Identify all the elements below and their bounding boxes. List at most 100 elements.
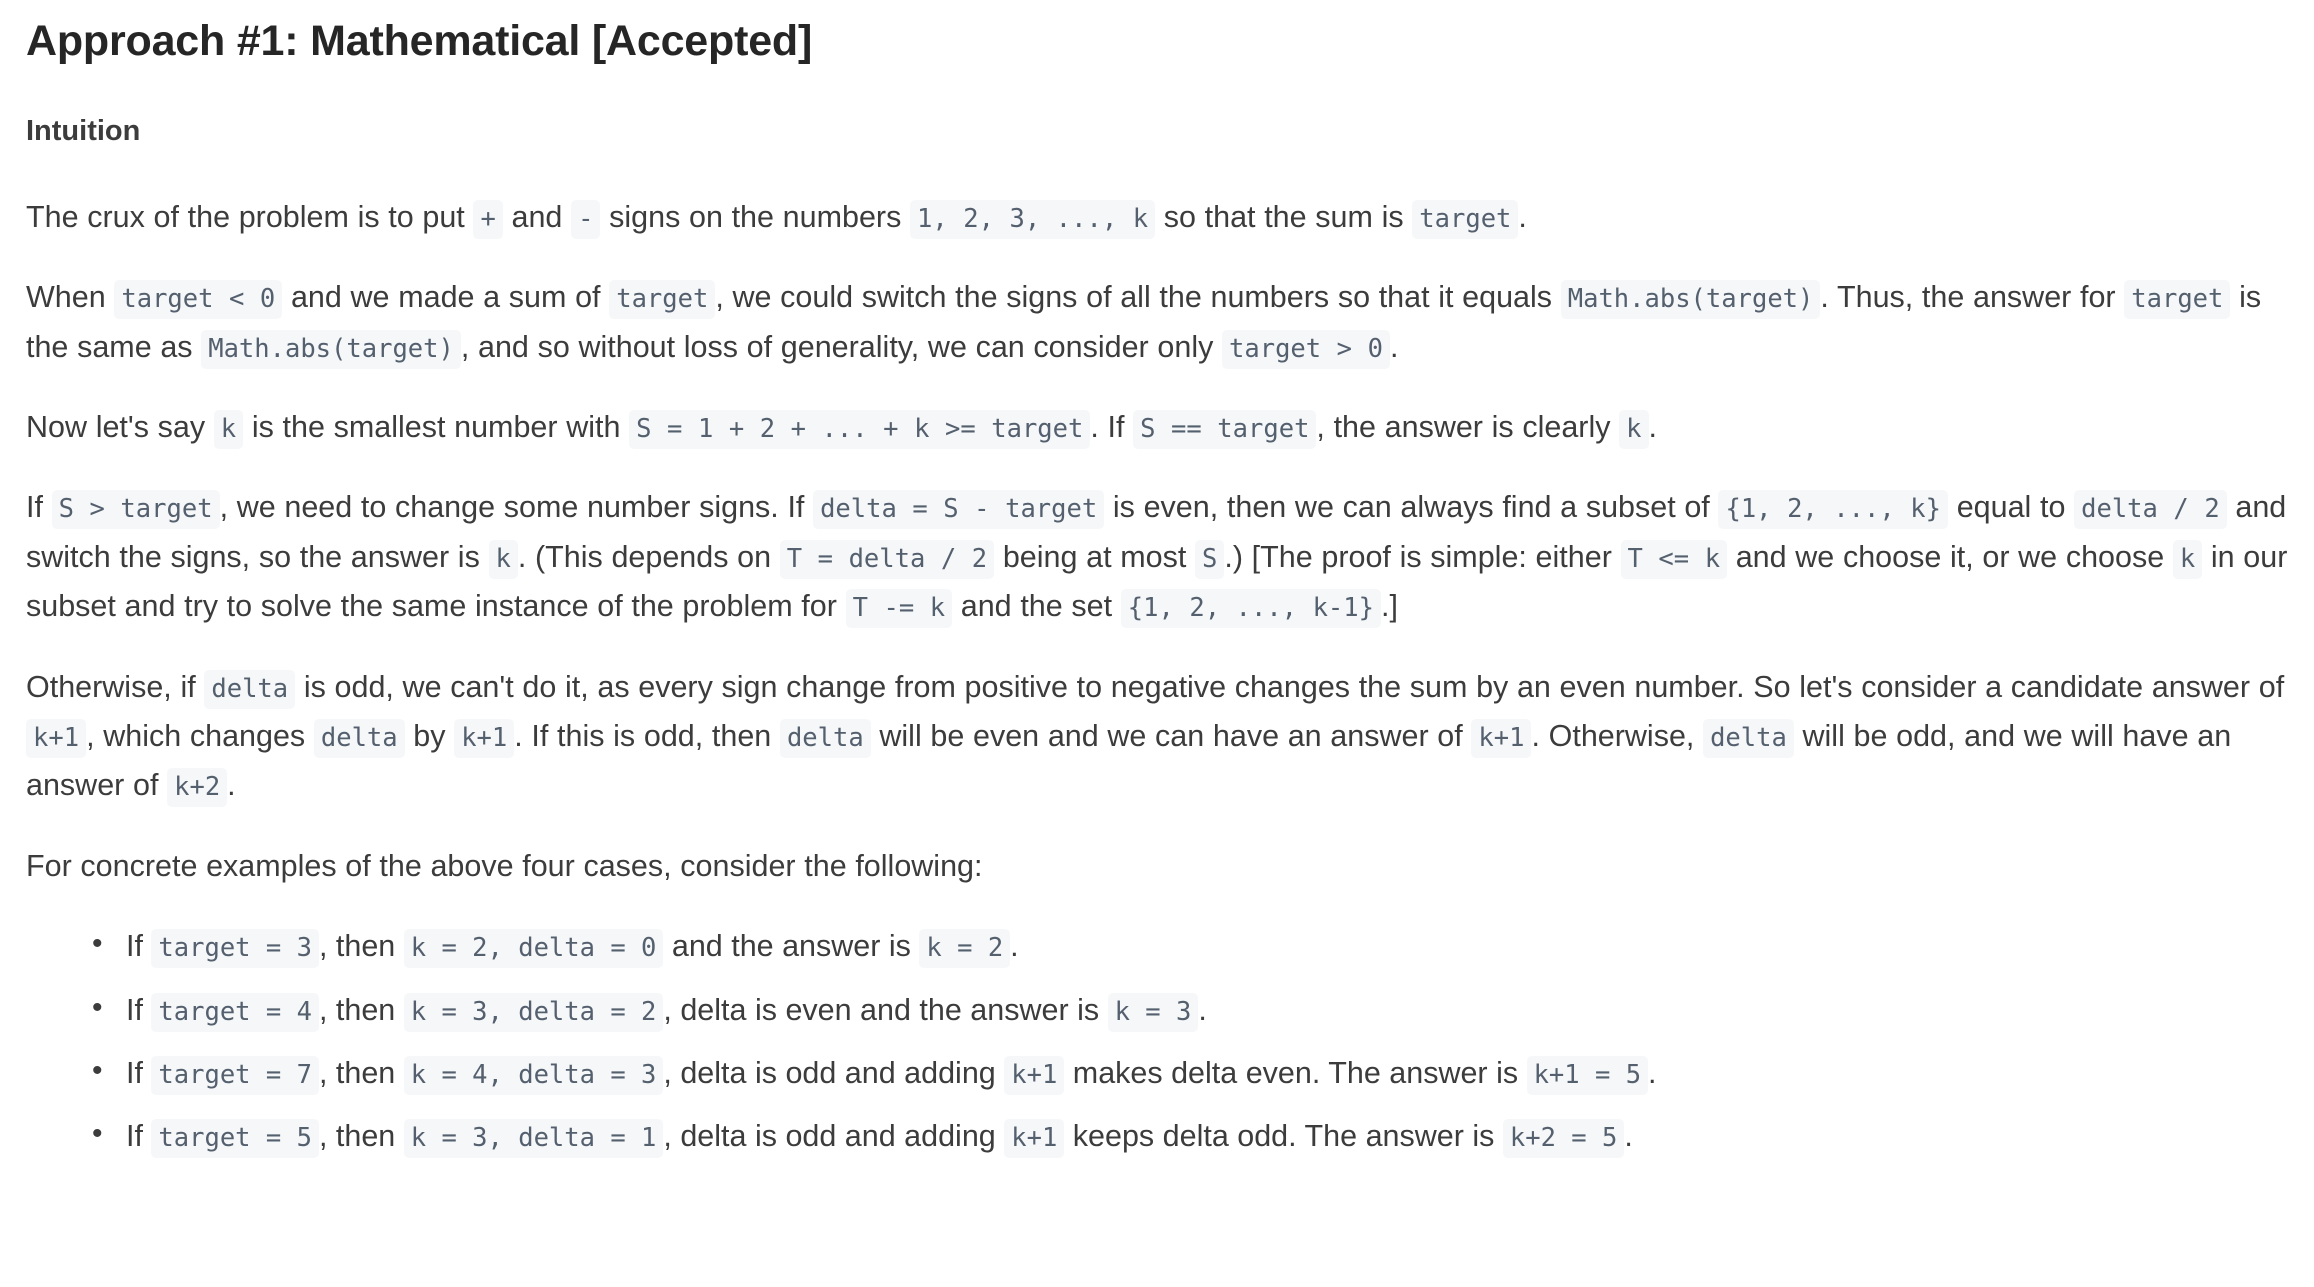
text-fragment: If	[126, 992, 152, 1027]
code-answer: k+1 = 5	[1526, 1056, 1649, 1095]
text-fragment: and	[502, 199, 572, 234]
text-fragment: , then	[318, 929, 404, 964]
text-fragment: Now let's say	[26, 409, 214, 444]
paragraph-negative-target: When target < 0 and we made a sum of tar…	[26, 273, 2290, 372]
code-sum-formula: S = 1 + 2 + ... + k >= target	[629, 409, 1091, 449]
code-number-sequence: 1, 2, 3, ..., k	[910, 199, 1156, 239]
code-answer: k = 3	[1107, 992, 1199, 1032]
text-fragment: .	[1010, 929, 1019, 964]
text-fragment: .) [The proof is simple: either	[1224, 539, 1621, 574]
text-fragment: The crux of the problem is to put	[26, 199, 474, 234]
text-fragment: .	[1624, 1119, 1633, 1154]
page-title: Approach #1: Mathematical [Accepted]	[26, 17, 813, 65]
code-k-delta-values: k = 4, delta = 3	[403, 1056, 664, 1095]
text-fragment: .	[227, 768, 236, 803]
paragraph-delta-even: If S > target, we need to change some nu…	[26, 483, 2290, 631]
code-k-plus-1: k+1	[1471, 718, 1532, 758]
text-fragment: . Thus, the answer for	[1820, 280, 2125, 315]
text-fragment: signs on the numbers	[600, 199, 910, 234]
text-fragment: , delta is even and the answer is	[663, 992, 1108, 1027]
code-math-abs-target: Math.abs(target)	[201, 329, 461, 369]
text-fragment: , we need to change some number signs. I…	[219, 490, 814, 525]
code-k: k	[488, 539, 518, 579]
code-k-plus-1: k+1	[454, 718, 515, 758]
text-fragment: makes delta even. The answer is	[1064, 1056, 1527, 1090]
code-delta: delta	[313, 718, 405, 758]
text-fragment: . (This depends on	[517, 539, 780, 574]
text-fragment: If	[126, 929, 152, 964]
text-fragment: , then	[318, 1119, 404, 1154]
code-target-gt-zero: target > 0	[1222, 329, 1390, 369]
code-delta: delta	[1703, 718, 1794, 758]
code-k: k	[213, 409, 244, 449]
text-fragment: and we choose it, or we choose	[1727, 539, 2173, 574]
code-k: k	[1619, 409, 1649, 449]
code-delta: delta	[779, 718, 871, 758]
text-fragment: being at most	[994, 539, 1196, 574]
text-fragment: For concrete examples of the above four …	[26, 848, 983, 883]
text-fragment: so that the sum is	[1155, 199, 1413, 234]
text-fragment: .	[1389, 329, 1399, 364]
code-target-value: target = 5	[151, 1119, 319, 1159]
text-fragment: If	[26, 490, 52, 525]
text-fragment: , which changes	[86, 718, 314, 753]
section-heading-intuition: Intuition	[26, 115, 141, 148]
text-fragment: . If	[1090, 409, 1134, 444]
list-item: If target = 3, then k = 2, delta = 0 and…	[92, 920, 2290, 971]
paragraph-delta-odd: Otherwise, if delta is odd, we can't do …	[26, 663, 2290, 811]
list-item: If target = 4, then k = 3, delta = 2, de…	[92, 984, 2290, 1035]
text-fragment: is the smallest number with	[243, 409, 630, 444]
text-fragment: and the set	[952, 589, 1121, 624]
code-math-abs-target: Math.abs(target)	[1560, 280, 1821, 320]
text-fragment: .]	[1381, 589, 1398, 624]
code-s: S	[1195, 539, 1225, 579]
list-item: If target = 7, then k = 4, delta = 3, de…	[92, 1047, 2290, 1098]
code-target-lt-zero: target < 0	[114, 280, 283, 320]
text-fragment: is even, then we can always find a subse…	[1104, 490, 1719, 525]
code-k-plus-1: k+1	[26, 718, 87, 758]
text-fragment: is odd, we can't do it, as every sign ch…	[295, 669, 2285, 704]
paragraph-smallest-k: Now let's say k is the smallest number w…	[26, 403, 2290, 452]
code-answer: k = 2	[919, 929, 1011, 969]
code-k-plus-1: k+1	[1004, 1119, 1065, 1159]
text-fragment: . Otherwise,	[1531, 718, 1704, 753]
code-k-delta-values: k = 2, delta = 0	[403, 929, 664, 969]
text-fragment: .	[1648, 1056, 1657, 1090]
code-set-1-to-k: {1, 2, ..., k}	[1718, 490, 1949, 530]
text-fragment: Otherwise, if	[26, 669, 205, 704]
code-target-value: target = 7	[151, 1056, 319, 1095]
text-fragment: equal to	[1948, 490, 2075, 525]
text-fragment: .	[1648, 409, 1657, 444]
text-fragment: , and so without loss of generality, we …	[460, 329, 1223, 364]
paragraph-crux: The crux of the problem is to put + and …	[26, 193, 2290, 242]
text-fragment: When	[26, 280, 115, 315]
code-delta-definition: delta = S - target	[813, 490, 1105, 530]
code-delta: delta	[204, 669, 296, 709]
code-k-delta-values: k = 3, delta = 2	[403, 992, 664, 1032]
code-k-delta-values: k = 3, delta = 1	[403, 1119, 664, 1159]
code-target: target	[609, 280, 716, 320]
code-answer: k+2 = 5	[1502, 1119, 1625, 1159]
code-plus-sign: +	[473, 199, 503, 239]
code-target: target	[2124, 280, 2231, 320]
code-k: k	[2172, 539, 2203, 579]
text-fragment: .	[1518, 199, 1527, 234]
text-fragment: If	[126, 1119, 152, 1154]
text-fragment: , delta is odd and adding	[663, 1056, 1005, 1090]
examples-list: If target = 3, then k = 2, delta = 0 and…	[26, 920, 2290, 1162]
text-fragment: and the answer is	[663, 929, 920, 964]
text-fragment: keeps delta odd. The answer is	[1064, 1119, 1503, 1154]
text-fragment: , we could switch the signs of all the n…	[715, 280, 1561, 315]
paragraph-examples-intro: For concrete examples of the above four …	[26, 842, 2290, 891]
code-set-1-to-k-minus-1: {1, 2, ..., k-1}	[1120, 589, 1381, 629]
text-fragment: , delta is odd and adding	[663, 1119, 1005, 1154]
text-fragment: , the answer is clearly	[1316, 409, 1620, 444]
code-k-plus-2: k+2	[167, 768, 228, 808]
text-fragment: . If this is odd, then	[514, 718, 780, 753]
text-fragment: , then	[318, 1056, 404, 1090]
text-fragment: .	[1198, 992, 1207, 1027]
text-fragment: and we made a sum of	[282, 280, 610, 315]
text-fragment: will be even and we can have an answer o…	[870, 718, 1472, 753]
code-s-equals-target: S == target	[1133, 409, 1317, 449]
code-k-plus-1: k+1	[1004, 1056, 1065, 1095]
